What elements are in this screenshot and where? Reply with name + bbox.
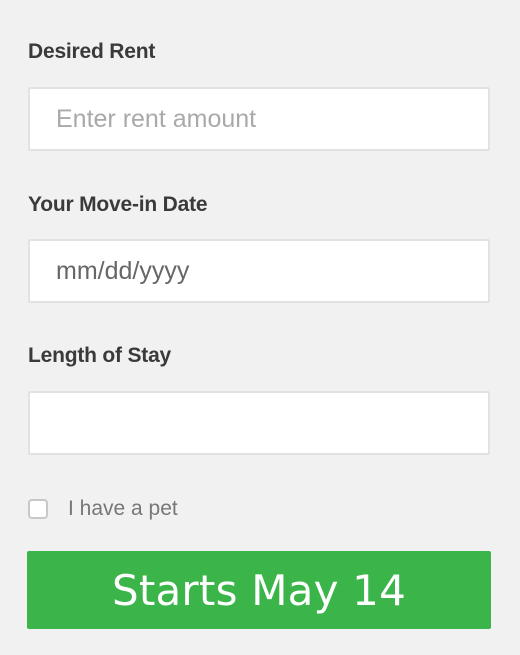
rental-form: Desired Rent Your Move-in Date Length of… (0, 0, 520, 655)
pet-checkbox-label[interactable]: I have a pet (68, 497, 178, 521)
pet-checkbox[interactable] (28, 499, 48, 519)
desired-rent-input[interactable] (28, 87, 490, 151)
move-in-date-label: Your Move-in Date (28, 193, 208, 216)
desired-rent-label: Desired Rent (28, 40, 156, 63)
move-in-date-input[interactable] (28, 239, 490, 303)
starts-date-button[interactable]: Starts May 14 (27, 551, 491, 629)
pet-checkbox-row[interactable]: I have a pet (28, 496, 178, 522)
length-of-stay-label: Length of Stay (28, 344, 172, 367)
length-of-stay-input[interactable] (28, 391, 490, 455)
